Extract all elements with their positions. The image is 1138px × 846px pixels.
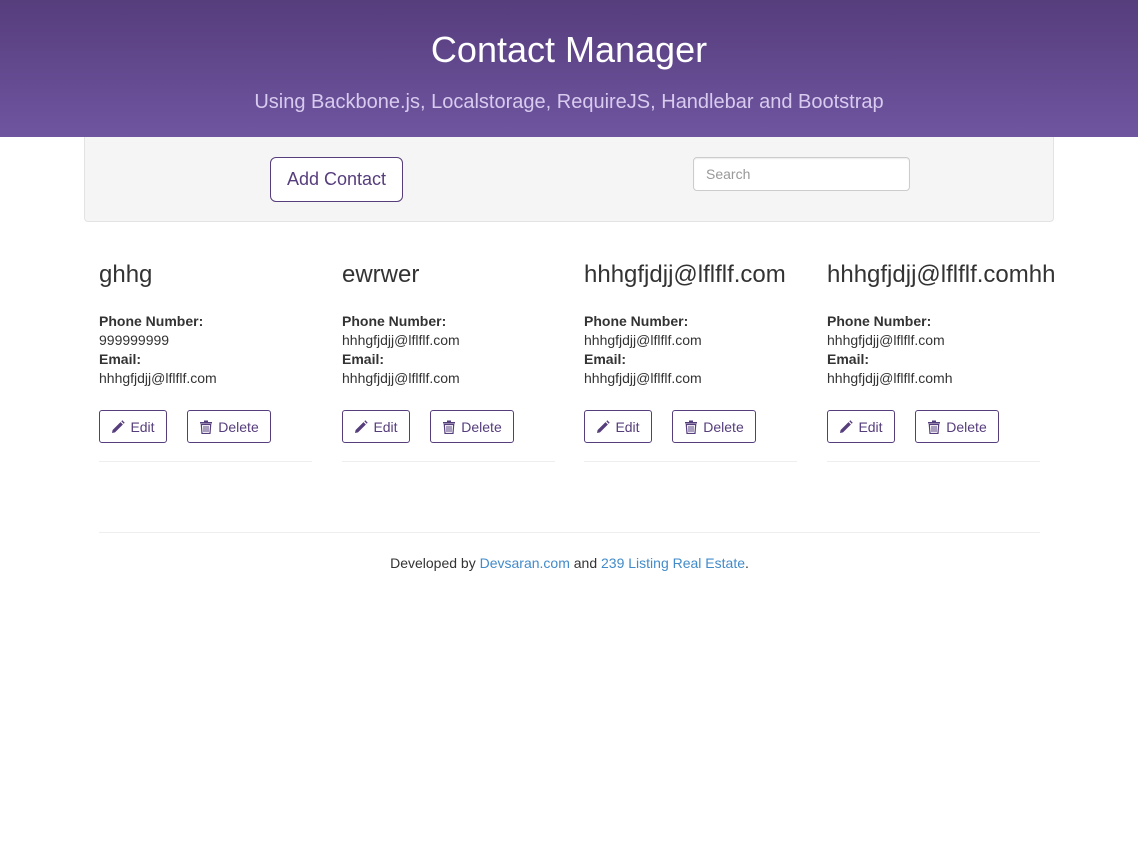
phone-label: Phone Number: — [342, 313, 447, 329]
email-label: Email: — [584, 351, 627, 367]
email-label: Email: — [99, 351, 142, 367]
footer-suffix: . — [745, 555, 749, 571]
contact-card: ewrwer Phone Number: hhhgfjdjj@lflflf.co… — [342, 258, 555, 462]
delete-button[interactable]: Delete — [187, 410, 271, 443]
edit-label: Edit — [615, 418, 640, 435]
trash-icon — [927, 420, 941, 434]
contact-name: hhhgfjdjj@lflflf.com — [584, 261, 786, 288]
footer-prefix: Developed by — [390, 555, 476, 571]
contact-name: ghhg — [99, 261, 153, 288]
search-input[interactable] — [693, 157, 910, 191]
delete-label: Delete — [946, 418, 987, 435]
edit-button[interactable]: Edit — [342, 410, 410, 443]
footer-link-listing[interactable]: 239 Listing Real Estate — [601, 555, 745, 571]
contact-card: hhhgfjdjj@lflflf.com Phone Number: hhhgf… — [584, 258, 797, 462]
edit-label: Edit — [373, 418, 398, 435]
email-value: hhhgfjdjj@lflflf.com — [342, 370, 460, 386]
delete-button[interactable]: Delete — [430, 410, 514, 443]
delete-button[interactable]: Delete — [672, 410, 756, 443]
contact-card: ghhg Phone Number: 999999999 Email: hhhg… — [99, 258, 312, 462]
edit-button[interactable]: Edit — [99, 410, 167, 443]
trash-icon — [442, 420, 456, 434]
phone-label: Phone Number: — [827, 313, 932, 329]
delete-label: Delete — [461, 418, 502, 435]
footer-middle: and — [573, 555, 598, 571]
edit-label: Edit — [858, 418, 883, 435]
pencil-icon — [596, 419, 611, 434]
contact-name: hhhgfjdjj@lflflf.comhh — [827, 261, 1056, 288]
edit-label: Edit — [130, 418, 155, 435]
phone-label: Phone Number: — [584, 313, 689, 329]
delete-label: Delete — [218, 418, 259, 435]
phone-value: hhhgfjdjj@lflflf.com — [584, 332, 702, 348]
edit-button[interactable]: Edit — [584, 410, 652, 443]
phone-value: hhhgfjdjj@lflflf.com — [827, 332, 945, 348]
email-value: hhhgfjdjj@lflflf.com — [99, 370, 217, 386]
email-value: hhhgfjdjj@lflflf.comh — [827, 370, 953, 386]
phone-value: 999999999 — [99, 332, 170, 348]
pencil-icon — [354, 419, 369, 434]
footer-link-devsaran[interactable]: Devsaran.com — [480, 555, 570, 571]
pencil-icon — [111, 419, 126, 434]
pencil-icon — [839, 419, 854, 434]
page-header: Contact Manager Using Backbone.js, Local… — [0, 0, 1138, 137]
email-label: Email: — [342, 351, 385, 367]
toolbar: Add Contact — [84, 137, 1054, 222]
email-label: Email: — [827, 351, 870, 367]
page-subtitle: Using Backbone.js, Localstorage, Require… — [254, 91, 884, 113]
contact-card: hhhgfjdjj@lflflf.comhh Phone Number: hhh… — [827, 258, 1056, 462]
email-value: hhhgfjdjj@lflflf.com — [584, 370, 702, 386]
edit-button[interactable]: Edit — [827, 410, 895, 443]
page-title: Contact Manager — [430, 29, 708, 70]
delete-label: Delete — [703, 418, 744, 435]
contact-name: ewrwer — [342, 261, 420, 288]
phone-label: Phone Number: — [99, 313, 204, 329]
footer: Developed by Devsaran.com and 239 Listin… — [99, 532, 1040, 572]
delete-button[interactable]: Delete — [915, 410, 999, 443]
trash-icon — [684, 420, 698, 434]
add-contact-button[interactable]: Add Contact — [270, 157, 403, 202]
trash-icon — [199, 420, 213, 434]
phone-value: hhhgfjdjj@lflflf.com — [342, 332, 460, 348]
